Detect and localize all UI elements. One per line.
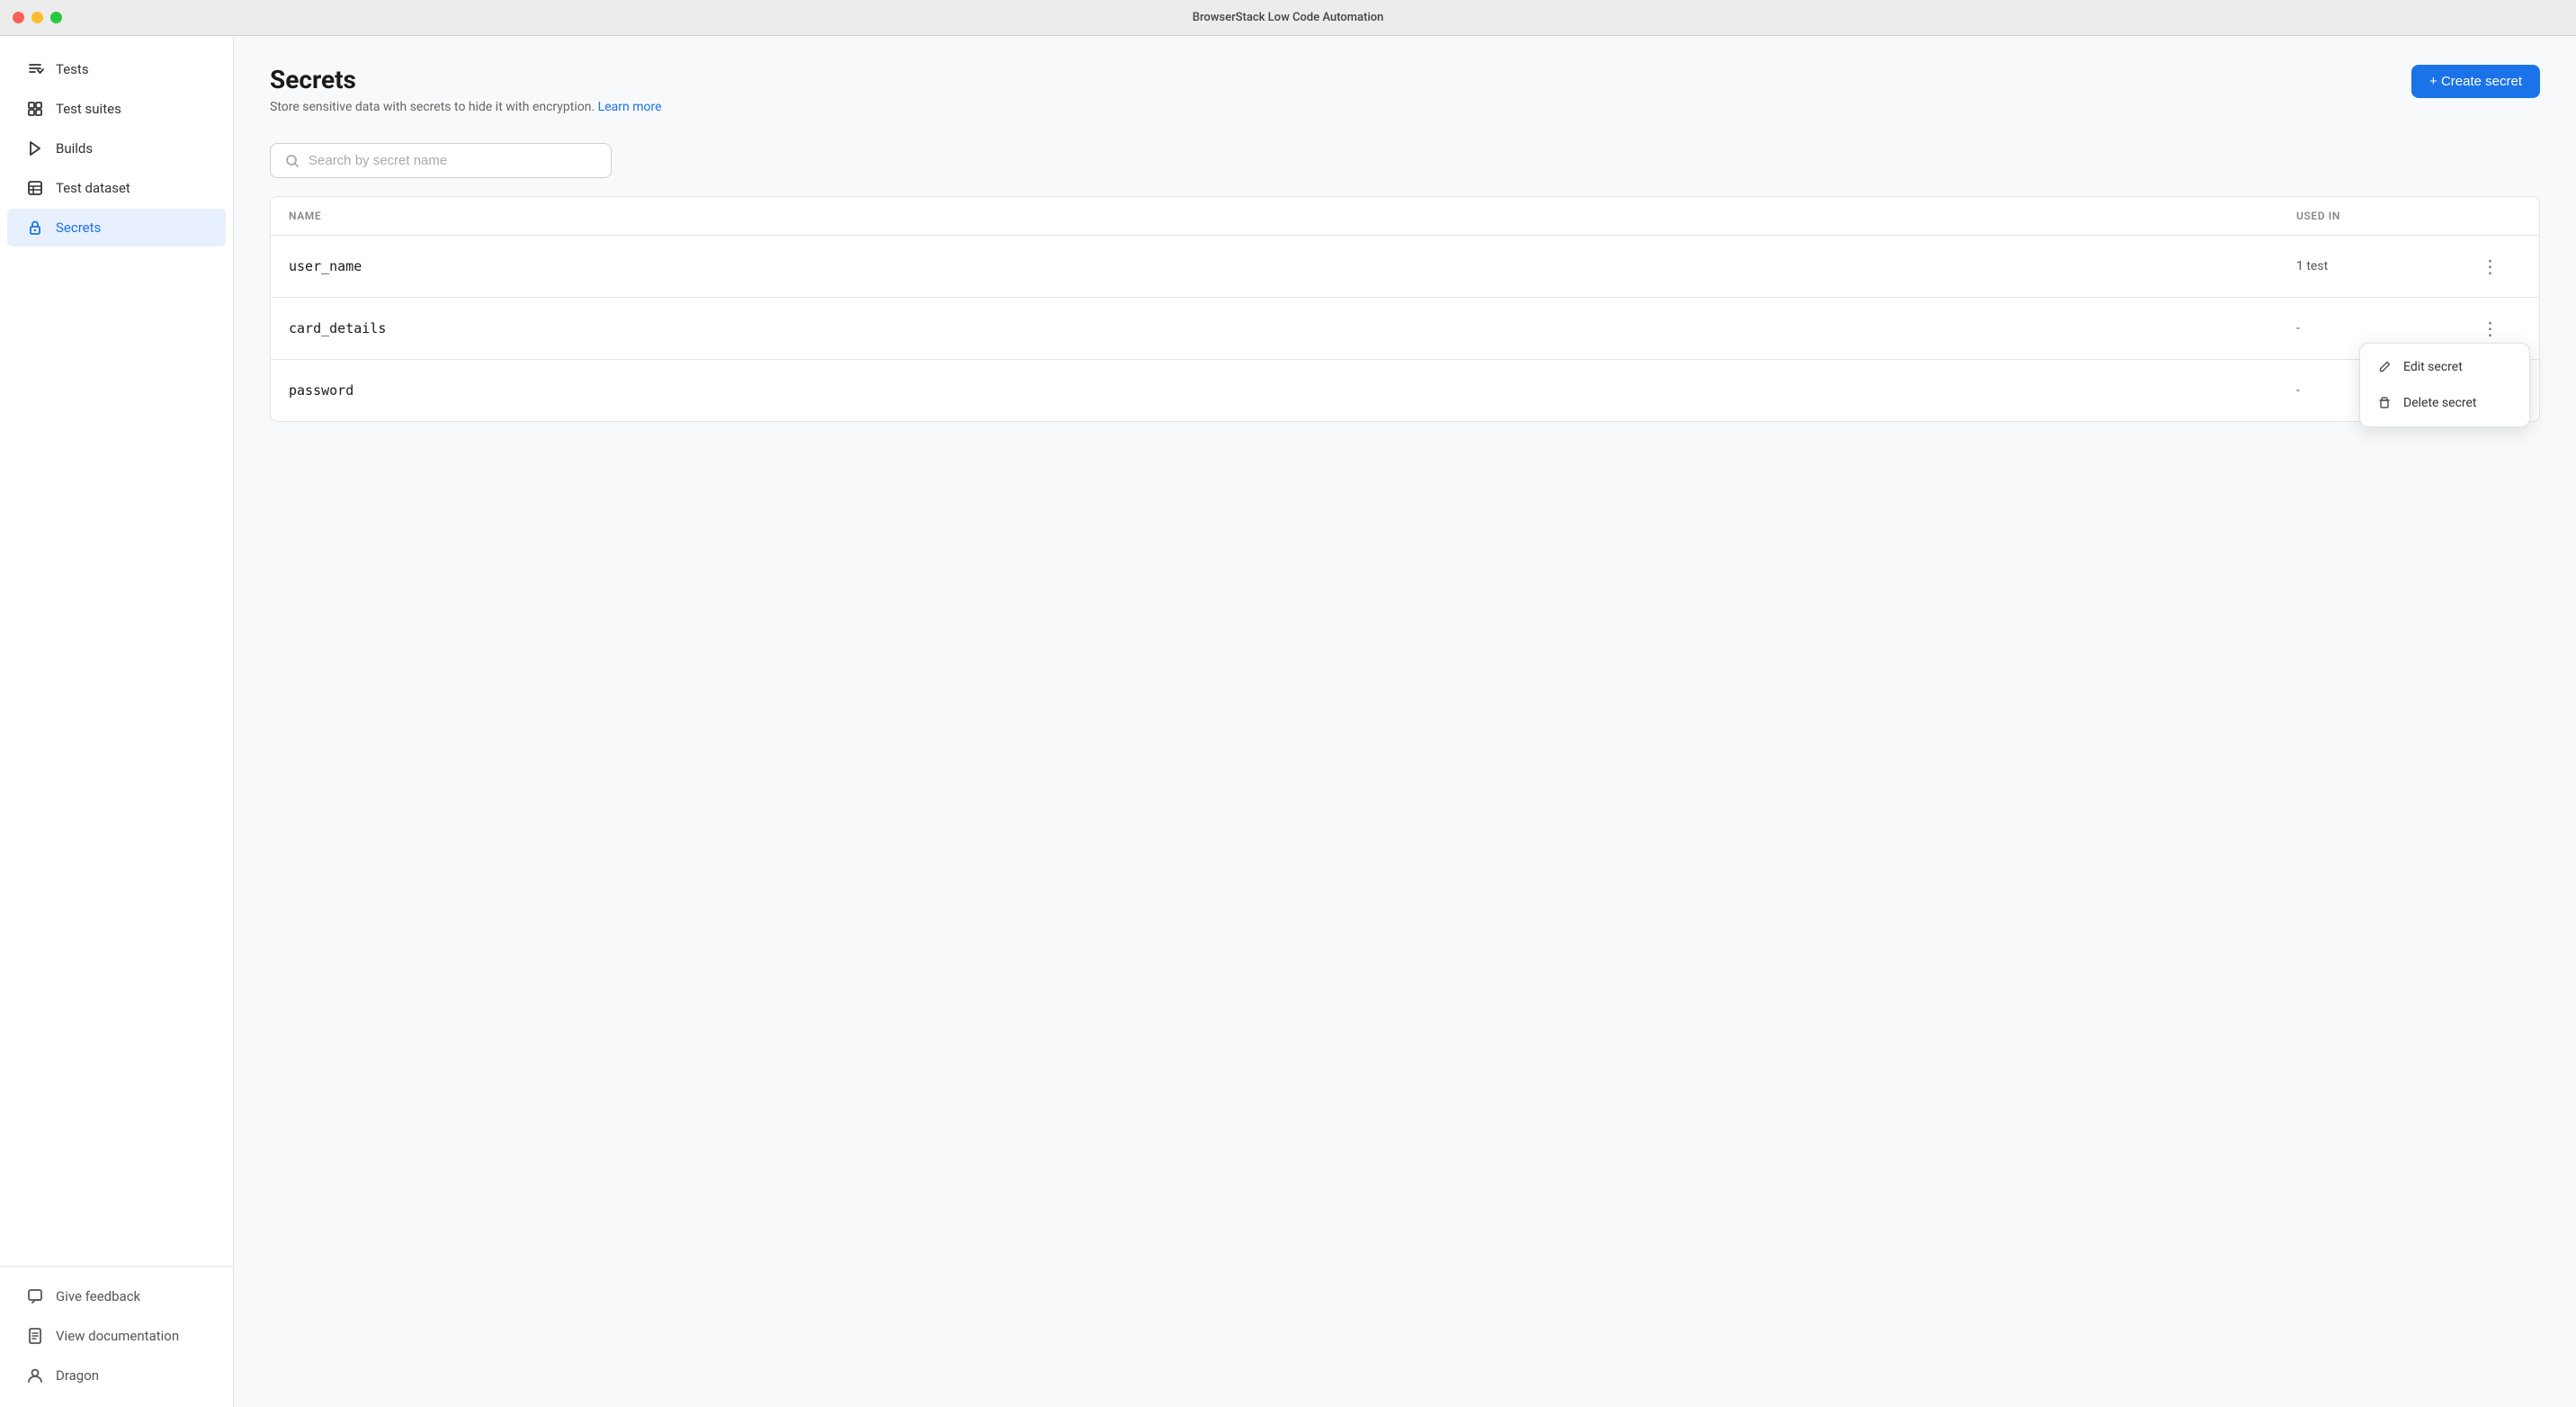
sidebar-nav: Tests Test suites	[0, 36, 233, 1266]
table-row: password - ⋮	[271, 360, 2539, 421]
sidebar-item-secrets[interactable]: Secrets	[7, 209, 226, 246]
row-2-name: card_details	[289, 320, 2296, 336]
page-header: Secrets Store sensitive data with secret…	[270, 65, 2540, 114]
sidebar-item-builds-label: Builds	[56, 140, 93, 157]
row-1-used-in: 1 test	[2296, 259, 2476, 273]
secrets-table: NAME USED IN user_name 1 test ⋮ card_det…	[270, 196, 2540, 422]
search-container	[270, 143, 2540, 178]
table-header-used-in: USED IN	[2296, 210, 2476, 222]
sidebar-item-test-dataset-label: Test dataset	[56, 180, 130, 196]
secrets-icon	[25, 218, 45, 237]
row-2-menu-button[interactable]: ⋮	[2476, 314, 2505, 343]
table-row: card_details - ⋮ Edit secret	[271, 298, 2539, 360]
context-menu-delete-secret[interactable]: Delete secret	[2360, 385, 2529, 421]
subtitle-text: Store sensitive data with secrets to hid…	[270, 100, 595, 114]
page-title: Secrets	[270, 65, 662, 94]
user-icon	[25, 1366, 45, 1385]
sidebar-item-user[interactable]: Dragon	[7, 1357, 226, 1394]
table-header-name: NAME	[289, 210, 2296, 222]
page-subtitle: Store sensitive data with secrets to hid…	[270, 100, 662, 114]
close-button[interactable]	[13, 12, 24, 23]
row-2-used-in: -	[2296, 321, 2476, 336]
sidebar-item-test-suites[interactable]: Test suites	[7, 90, 226, 128]
context-menu-edit-label: Edit secret	[2403, 360, 2463, 374]
window-title: BrowserStack Low Code Automation	[1193, 11, 1384, 24]
row-1-menu-button[interactable]: ⋮	[2476, 252, 2505, 281]
sidebar-item-test-dataset[interactable]: Test dataset	[7, 169, 226, 207]
window-controls	[13, 12, 62, 23]
search-input[interactable]	[309, 153, 596, 168]
page-title-section: Secrets Store sensitive data with secret…	[270, 65, 662, 114]
sidebar-item-view-documentation[interactable]: View documentation	[7, 1317, 226, 1355]
builds-icon	[25, 139, 45, 158]
sidebar-item-builds[interactable]: Builds	[7, 130, 226, 167]
create-secret-button[interactable]: + Create secret	[2411, 65, 2540, 98]
sidebar-item-tests-label: Tests	[56, 61, 89, 77]
test-suites-icon	[25, 99, 45, 119]
row-3-name: password	[289, 382, 2296, 399]
edit-icon	[2376, 359, 2393, 375]
sidebar-bottom: Give feedback View documentation	[0, 1266, 233, 1407]
sidebar-item-give-feedback[interactable]: Give feedback	[7, 1277, 226, 1315]
sidebar-item-give-feedback-label: Give feedback	[56, 1288, 140, 1304]
sidebar: Tests Test suites	[0, 36, 234, 1407]
maximize-button[interactable]	[50, 12, 62, 23]
table-header-actions	[2476, 210, 2521, 222]
learn-more-link[interactable]: Learn more	[598, 100, 662, 114]
title-bar: BrowserStack Low Code Automation	[0, 0, 2576, 36]
sidebar-user-name: Dragon	[56, 1367, 99, 1384]
sidebar-item-view-documentation-label: View documentation	[56, 1328, 179, 1344]
table-header: NAME USED IN	[271, 197, 2539, 236]
documentation-icon	[25, 1326, 45, 1346]
sidebar-item-tests[interactable]: Tests	[7, 50, 226, 88]
feedback-icon	[25, 1286, 45, 1306]
test-dataset-icon	[25, 178, 45, 198]
search-box	[270, 143, 612, 178]
tests-icon	[25, 59, 45, 79]
main-content: Secrets Store sensitive data with secret…	[234, 36, 2576, 1407]
row-1-name: user_name	[289, 258, 2296, 274]
context-menu: Edit secret Delete secret	[2359, 343, 2530, 427]
search-icon	[285, 154, 300, 168]
sidebar-item-secrets-label: Secrets	[56, 220, 101, 236]
context-menu-edit-secret[interactable]: Edit secret	[2360, 349, 2529, 385]
minimize-button[interactable]	[31, 12, 43, 23]
delete-icon	[2376, 395, 2393, 411]
sidebar-item-test-suites-label: Test suites	[56, 101, 121, 117]
context-menu-delete-label: Delete secret	[2403, 396, 2477, 410]
app-layout: Tests Test suites	[0, 36, 2576, 1407]
table-row: user_name 1 test ⋮	[271, 236, 2539, 298]
